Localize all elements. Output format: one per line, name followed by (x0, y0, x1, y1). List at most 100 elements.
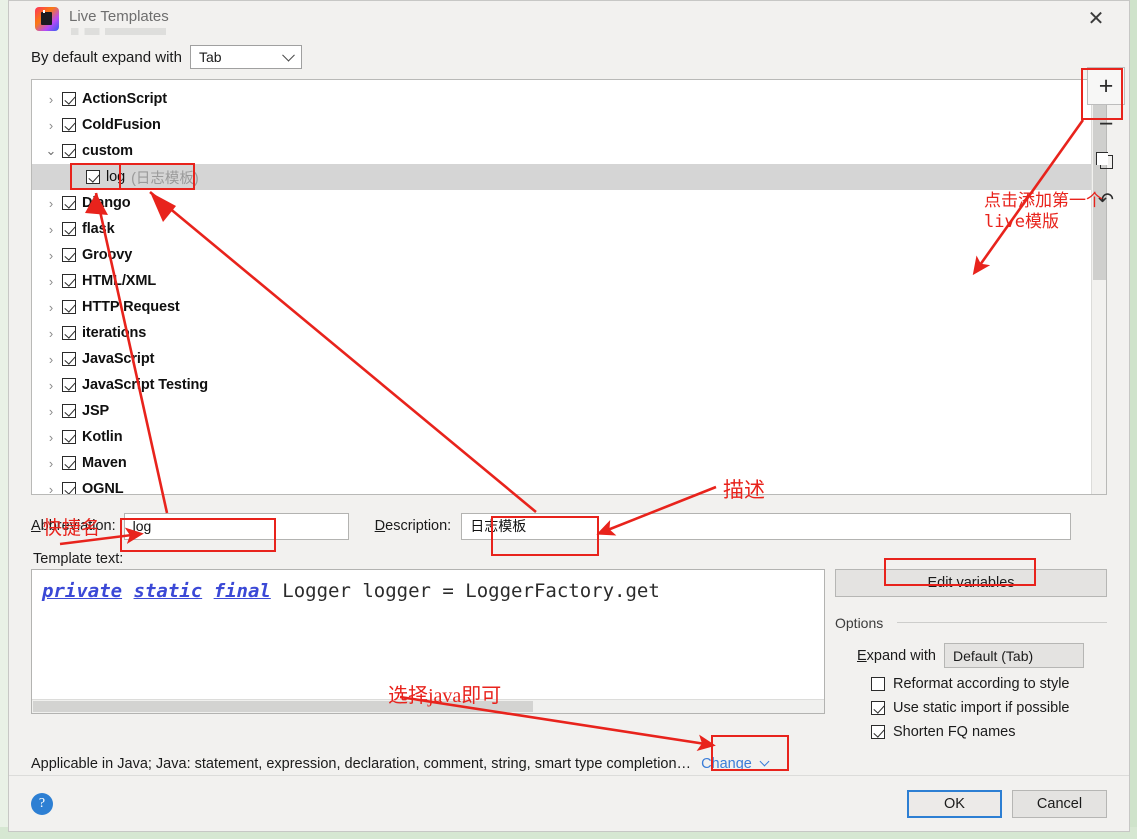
template-scrollbar-thumb[interactable] (33, 701, 533, 712)
tree-row-label: Django (82, 195, 131, 211)
template-code: private static final Logger logger = Log… (42, 580, 660, 602)
cancel-button[interactable]: Cancel (1012, 790, 1107, 818)
tree-row-checkbox[interactable] (86, 170, 100, 184)
undo-icon: ↶ (1098, 191, 1114, 210)
applicable-context-text: Applicable in Java; Java: statement, exp… (31, 756, 691, 772)
tree-row-custom[interactable]: ⌄ custom (32, 138, 1091, 164)
tree-row-kotlin[interactable]: ›Kotlin (32, 424, 1091, 450)
tree-row-label: custom (82, 143, 133, 159)
tree-row-label: OGNL (82, 481, 124, 494)
tree-row-jsp[interactable]: › JSP (32, 398, 1091, 424)
chevron-right-icon[interactable]: › (40, 430, 62, 445)
options-column: Edit variables Options Expand with Defau… (835, 569, 1107, 740)
chevron-down-icon[interactable]: ⌄ (40, 143, 62, 159)
tree-row-checkbox[interactable] (62, 482, 76, 494)
option-checkbox[interactable] (871, 701, 885, 715)
tree-row-checkbox[interactable] (62, 326, 76, 340)
duplicate-template-button[interactable] (1087, 143, 1125, 181)
tree-row-label: JavaScript Testing (82, 377, 208, 393)
tree-row-checkbox[interactable] (62, 404, 76, 418)
option-checkbox-row[interactable]: Shorten FQ names (871, 724, 1107, 740)
expand-with-row: Expand with Default (Tab) (857, 643, 1107, 668)
chevron-right-icon[interactable]: › (40, 118, 62, 133)
minus-icon: − (1099, 112, 1114, 137)
tree-row-label: HTTP Request (82, 299, 180, 315)
tree-row-checkbox[interactable] (62, 300, 76, 314)
tree-row-label: flask (82, 221, 115, 237)
tree-row-http-request[interactable]: › HTTP Request (32, 294, 1091, 320)
templates-tree[interactable]: › ActionScript ›ColdFusion ⌄ custom log(日志模板)… (32, 80, 1091, 494)
chevron-right-icon[interactable]: › (40, 92, 62, 107)
tree-row-django[interactable]: › Django (32, 190, 1091, 216)
tree-row-checkbox[interactable] (62, 352, 76, 366)
tree-row-checkbox[interactable] (62, 274, 76, 288)
help-icon[interactable]: ? (31, 793, 53, 815)
remove-template-button[interactable]: − (1087, 105, 1125, 143)
chevron-right-icon[interactable]: › (40, 456, 62, 471)
abbreviation-value: log (133, 518, 152, 534)
tree-row-checkbox[interactable] (62, 196, 76, 210)
tree-row-actionscript[interactable]: › ActionScript (32, 86, 1091, 112)
tree-row-log[interactable]: log(日志模板) (32, 164, 1091, 190)
chevron-right-icon[interactable]: › (40, 482, 62, 495)
close-icon[interactable]: ✕ (1079, 5, 1113, 33)
abbreviation-label: Abbreviation: (31, 518, 116, 534)
tree-row-checkbox[interactable] (62, 248, 76, 262)
option-checkbox[interactable] (871, 677, 885, 691)
reset-template-button[interactable]: ↶ (1087, 181, 1125, 219)
option-checkbox-row[interactable]: Reformat according to style (871, 676, 1107, 692)
chevron-right-icon[interactable]: › (40, 248, 62, 263)
default-expand-value: Tab (199, 49, 222, 65)
default-expand-select[interactable]: Tab (190, 45, 302, 69)
chevron-right-icon[interactable]: › (40, 222, 62, 237)
chevron-right-icon[interactable]: › (40, 196, 62, 211)
tree-row-label: Groovy (82, 247, 132, 263)
default-expand-label: By default expand with (31, 49, 182, 66)
option-checkbox[interactable] (871, 725, 885, 739)
tree-row-label: Maven (82, 455, 127, 471)
tree-row-label: ActionScript (82, 91, 167, 107)
expand-with-select[interactable]: Default (Tab) (944, 643, 1084, 668)
expand-with-value: Default (Tab) (953, 648, 1033, 664)
ok-button[interactable]: OK (907, 790, 1002, 818)
options-group: Options Expand with Default (Tab) Reform… (835, 613, 1107, 740)
tree-row-flask[interactable]: › flask (32, 216, 1091, 242)
chevron-right-icon[interactable]: › (40, 404, 62, 419)
tree-row-description: (日志模板) (131, 167, 199, 188)
tree-row-javascript[interactable]: ›JavaScript (32, 346, 1091, 372)
tree-row-checkbox[interactable] (62, 456, 76, 470)
add-template-button[interactable]: + (1087, 67, 1125, 105)
tree-row-checkbox[interactable] (62, 92, 76, 106)
template-horizontal-scrollbar[interactable] (32, 699, 825, 713)
footer-buttons: OK Cancel (907, 790, 1107, 818)
tree-row-checkbox[interactable] (62, 222, 76, 236)
tree-row-checkbox[interactable] (62, 430, 76, 444)
applicable-context-row: Applicable in Java; Java: statement, exp… (31, 756, 1107, 772)
chevron-right-icon[interactable]: › (40, 326, 62, 341)
tree-row-ognl[interactable]: › OGNL (32, 476, 1091, 494)
tree-row-maven[interactable]: › Maven (32, 450, 1091, 476)
intellij-idea-icon (35, 7, 59, 31)
chevron-right-icon[interactable]: › (40, 378, 62, 393)
change-context-link[interactable]: Change (701, 756, 768, 772)
tree-row-label: JSP (82, 403, 109, 419)
tree-row-label: iterations (82, 325, 146, 341)
template-text-editor[interactable]: private static final Logger logger = Log… (31, 569, 825, 714)
template-text-label: Template text: (33, 551, 1129, 567)
chevron-right-icon[interactable]: › (40, 352, 62, 367)
tree-row-checkbox[interactable] (62, 144, 76, 158)
description-input[interactable]: 日志模板 (461, 513, 1071, 540)
tree-row-iterations[interactable]: › iterations (32, 320, 1091, 346)
tree-row-coldfusion[interactable]: ›ColdFusion (32, 112, 1091, 138)
tree-row-html-xml[interactable]: ›HTML/XML (32, 268, 1091, 294)
chevron-right-icon[interactable]: › (40, 300, 62, 315)
tree-row-checkbox[interactable] (62, 378, 76, 392)
expand-with-label: Expand with (857, 648, 936, 664)
chevron-right-icon[interactable]: › (40, 274, 62, 289)
tree-row-groovy[interactable]: › Groovy (32, 242, 1091, 268)
edit-variables-button[interactable]: Edit variables (835, 569, 1107, 597)
abbreviation-input[interactable]: log (124, 513, 349, 540)
tree-row-javascript-testing[interactable]: › JavaScript Testing (32, 372, 1091, 398)
tree-row-checkbox[interactable] (62, 118, 76, 132)
option-checkbox-row[interactable]: Use static import if possible (871, 700, 1107, 716)
